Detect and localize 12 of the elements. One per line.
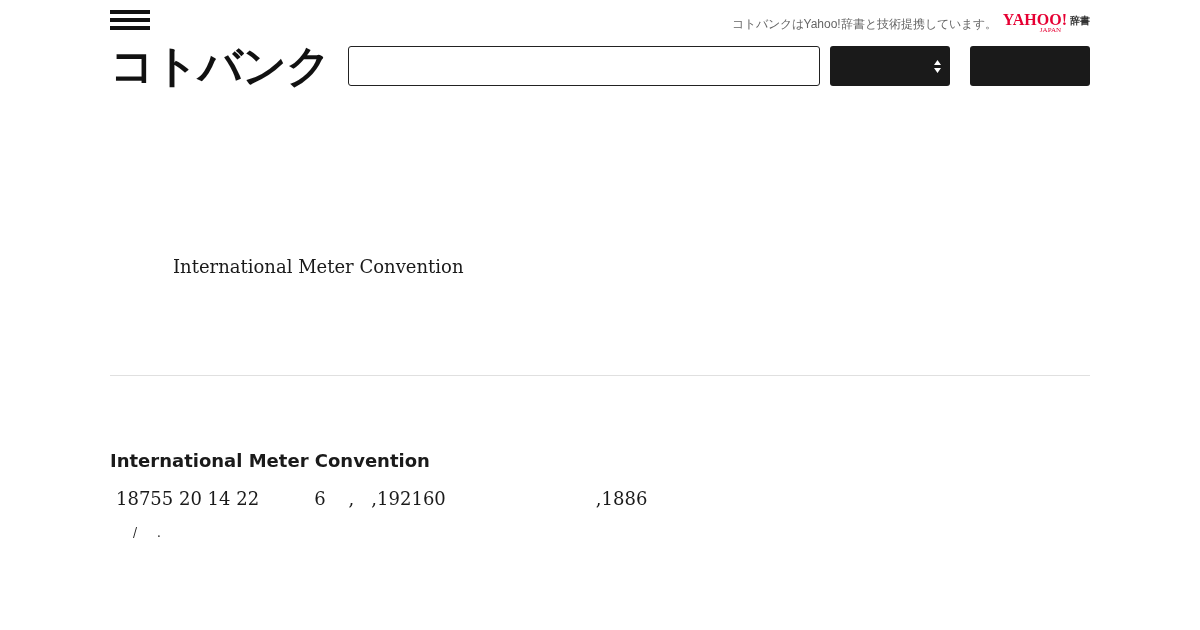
entry-heading: International Meter Convention xyxy=(110,449,431,473)
sort-arrows-icon xyxy=(934,59,941,73)
body-text-fragment: ,1886 xyxy=(595,487,648,511)
body-text-fragment: 6 , ,192160 xyxy=(314,487,446,511)
page-title: International Meter Convention xyxy=(173,255,465,279)
body-text-fragment: 18755 20 14 22 xyxy=(116,487,260,511)
search-field[interactable] xyxy=(348,46,820,86)
site-logo[interactable]: コトバンク xyxy=(110,44,348,88)
menu-icon[interactable] xyxy=(110,10,150,30)
partner-notice: コトバンクはYahoo!辞書と技術提携しています。 xyxy=(731,15,997,33)
body-text-fragment: . xyxy=(157,525,161,541)
body-text-fragment: / xyxy=(133,525,138,541)
